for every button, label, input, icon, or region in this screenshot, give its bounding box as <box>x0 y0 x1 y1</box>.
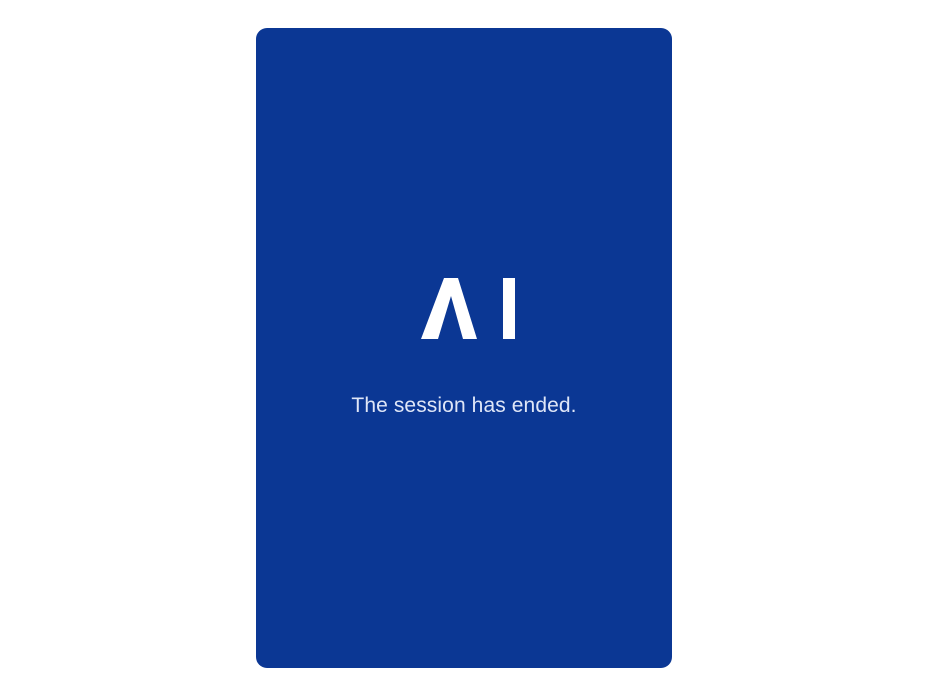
session-ended-message: The session has ended. <box>351 394 577 417</box>
session-ended-page: The session has ended. <box>0 0 928 695</box>
ai-logo-icon <box>421 278 516 339</box>
session-ended-card: The session has ended. <box>256 28 672 668</box>
